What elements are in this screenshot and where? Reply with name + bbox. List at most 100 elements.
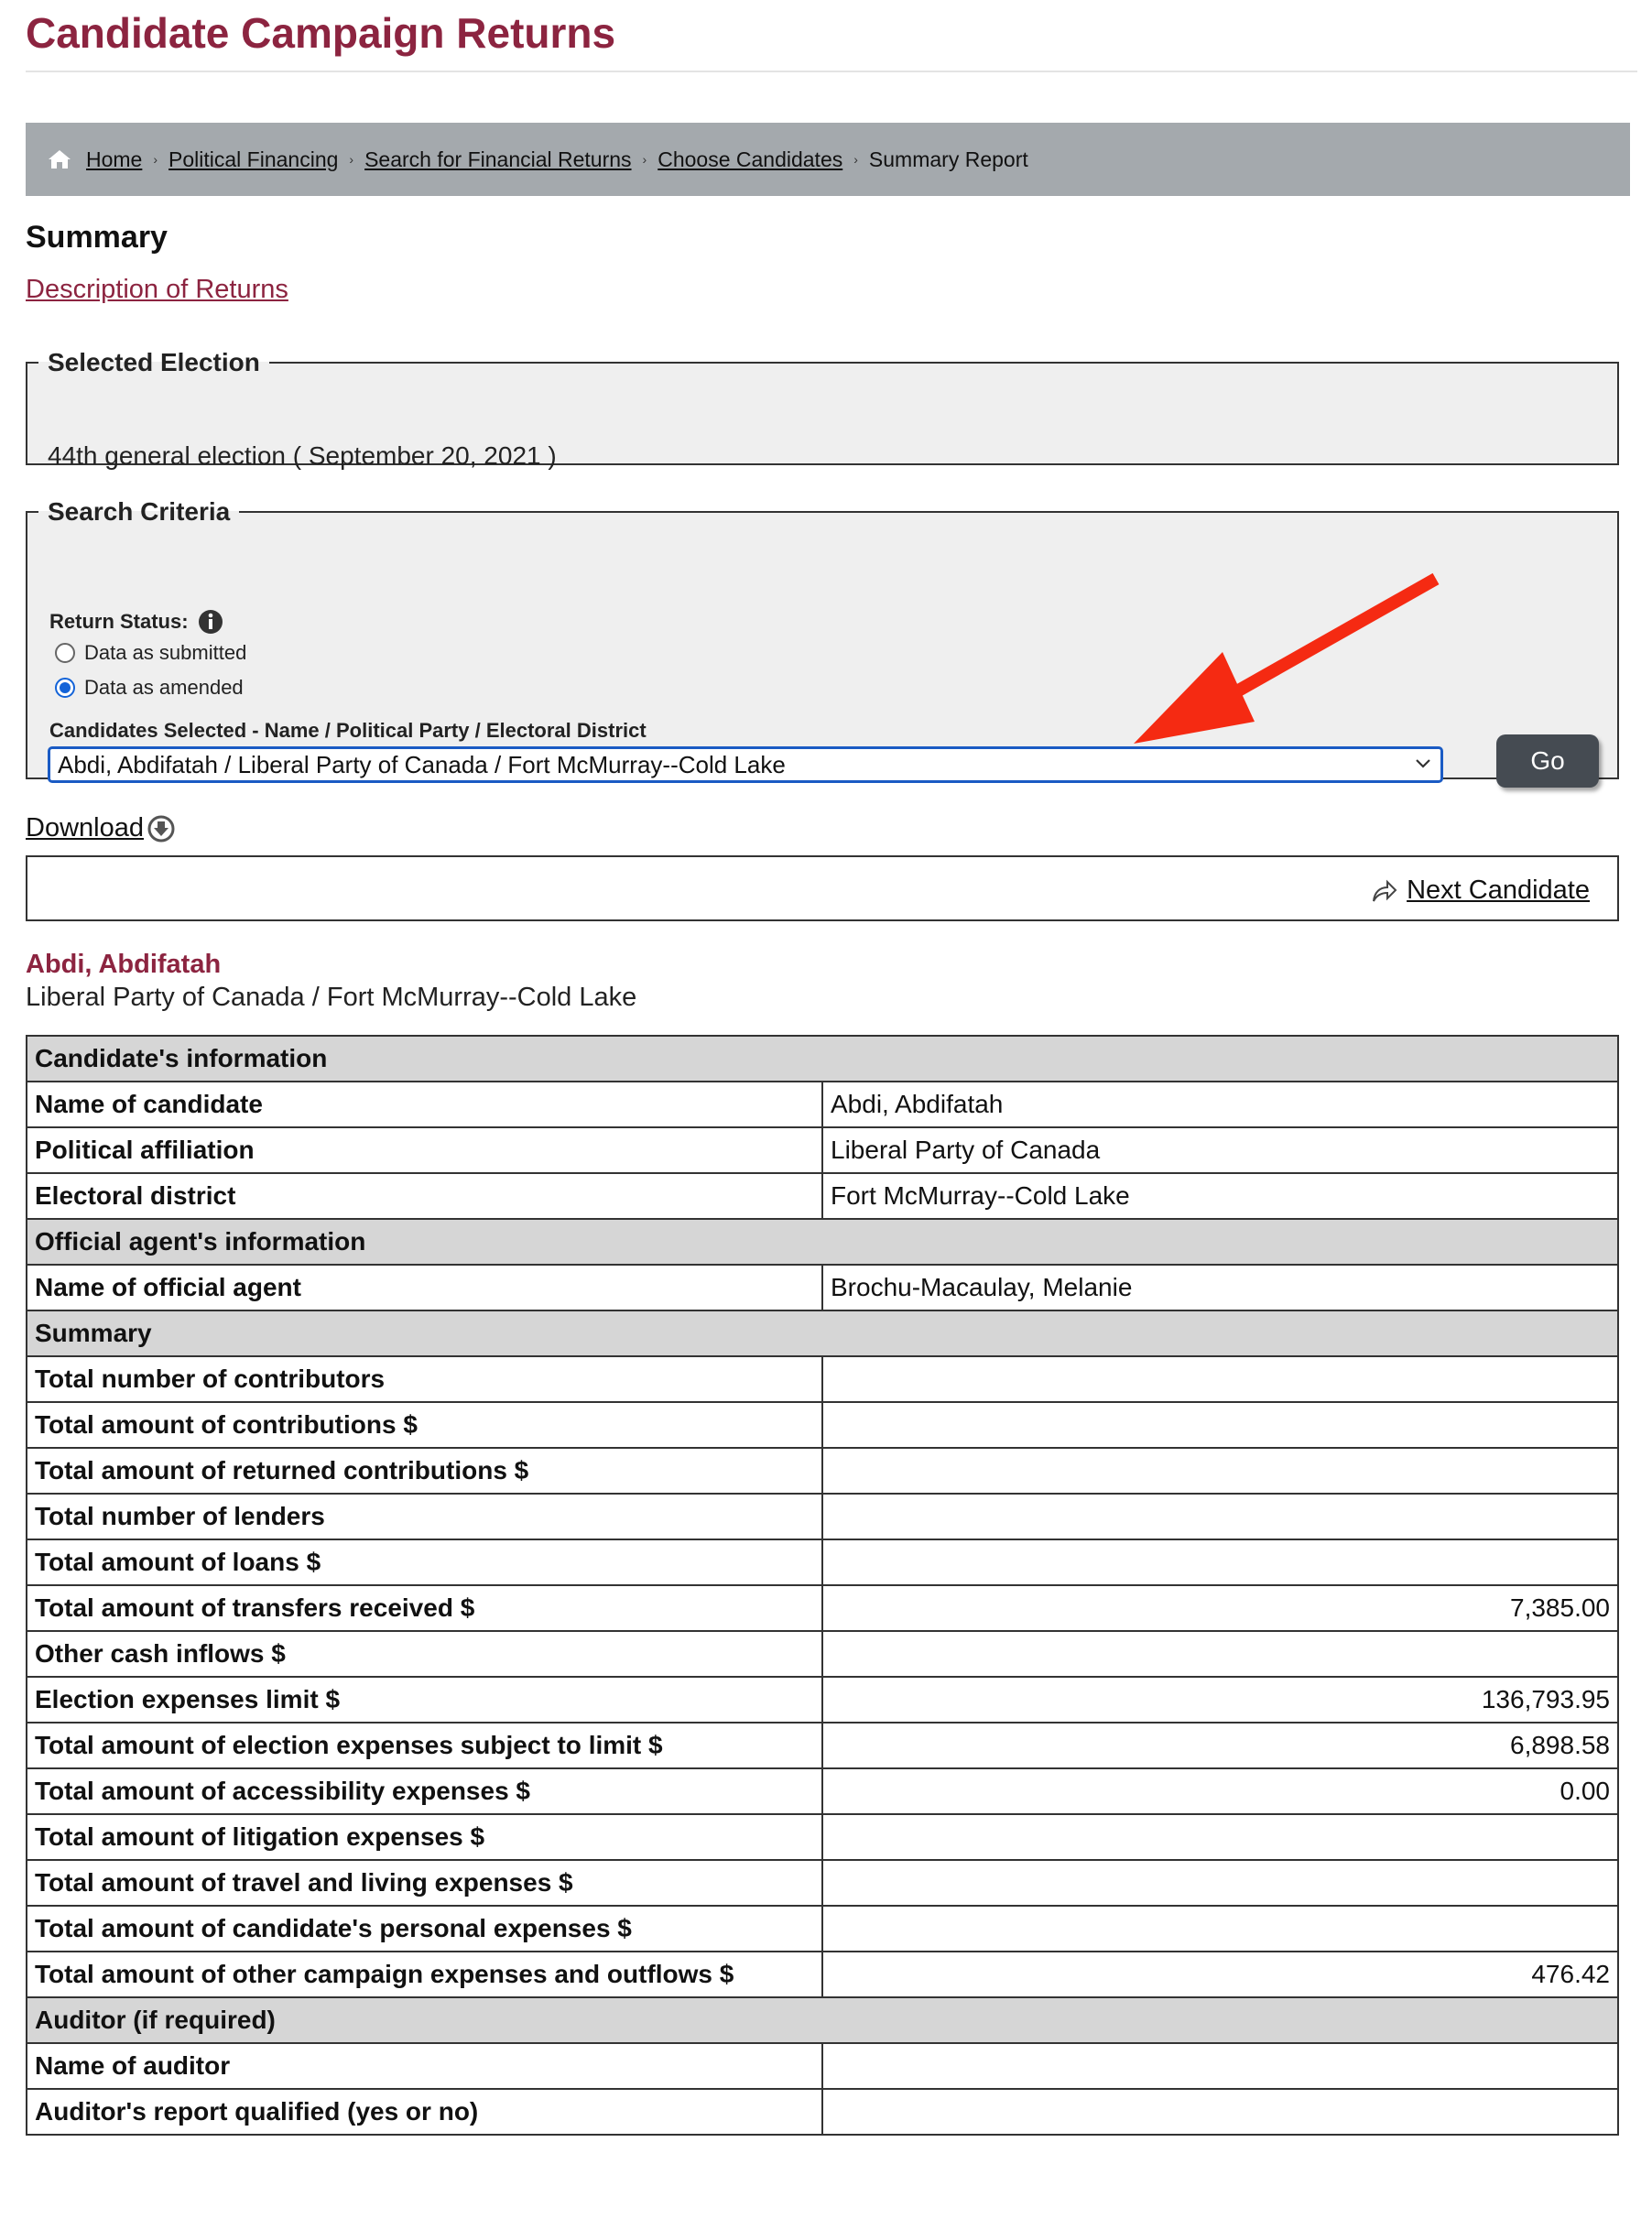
row-value: 0.00: [821, 1767, 1619, 1815]
row-value: 476.42: [821, 1951, 1619, 1998]
row-label: Electoral district: [26, 1172, 823, 1220]
row-label: Other cash inflows $: [26, 1630, 823, 1678]
download-icon[interactable]: [147, 815, 175, 843]
title-divider: [26, 71, 1637, 72]
row-label: Total amount of loans $: [26, 1539, 823, 1586]
row-value: Abdi, Abdifatah: [821, 1081, 1619, 1128]
row-label: Name of auditor: [26, 2042, 823, 2090]
breadcrumb-home-link[interactable]: Home: [86, 147, 142, 172]
breadcrumb-separator: ›: [642, 152, 647, 167]
table-row: Total amount of accessibility expenses $…: [26, 1767, 1619, 1815]
row-value: [821, 1539, 1619, 1586]
breadcrumb-choose-candidates-link[interactable]: Choose Candidates: [658, 147, 842, 172]
candidates-selected-label: Candidates Selected - Name / Political P…: [49, 719, 647, 742]
row-value: Liberal Party of Canada: [821, 1126, 1619, 1174]
breadcrumb-separator: ›: [853, 152, 858, 167]
breadcrumb-separator: ›: [349, 152, 354, 167]
candidate-navigation-box: Next Candidate: [26, 855, 1619, 921]
row-label: Total amount of election expenses subjec…: [26, 1722, 823, 1769]
breadcrumb-search-returns-link[interactable]: Search for Financial Returns: [364, 147, 631, 172]
row-label: Total number of contributors: [26, 1355, 823, 1403]
selected-election-fieldset: Selected Election 44th general election …: [26, 348, 1619, 470]
breadcrumb-separator: ›: [153, 152, 158, 167]
download-link[interactable]: Download: [26, 813, 144, 843]
section-row: Candidate's information: [26, 1035, 1619, 1082]
row-label: Name of candidate: [26, 1081, 823, 1128]
section-summary: Summary: [26, 1310, 1619, 1357]
section-row: Official agent's information: [26, 1218, 1619, 1266]
table-row: Electoral district Fort McMurray--Cold L…: [26, 1172, 1619, 1220]
description-of-returns-link[interactable]: Description of Returns: [26, 275, 288, 305]
row-label: Total amount of transfers received $: [26, 1584, 823, 1632]
row-label: Name of official agent: [26, 1264, 823, 1311]
row-value: 7,385.00: [821, 1584, 1619, 1632]
selected-election-text: 44th general election ( September 20, 20…: [48, 441, 557, 470]
table-row: Total amount of loans $: [26, 1539, 1619, 1586]
row-label: Election expenses limit $: [26, 1676, 823, 1723]
home-icon[interactable]: [48, 148, 71, 170]
row-label: Total amount of other campaign expenses …: [26, 1951, 823, 1998]
row-value: 6,898.58: [821, 1722, 1619, 1769]
section-candidate-info: Candidate's information: [26, 1035, 1619, 1082]
table-row: Name of official agent Brochu-Macaulay, …: [26, 1264, 1619, 1311]
table-row: Total amount of candidate's personal exp…: [26, 1905, 1619, 1952]
row-label: Total amount of candidate's personal exp…: [26, 1905, 823, 1952]
share-arrow-icon[interactable]: [1370, 877, 1397, 905]
row-value: [821, 1447, 1619, 1495]
breadcrumb-current: Summary Report: [868, 147, 1028, 171]
table-row: Total amount of transfers received $7,38…: [26, 1584, 1619, 1632]
section-official-agent: Official agent's information: [26, 1218, 1619, 1266]
radio-amended-control[interactable]: [55, 678, 75, 698]
breadcrumb: Home › Political Financing › Search for …: [26, 123, 1630, 196]
candidate-name-heading: Abdi, Abdifatah: [26, 950, 222, 979]
row-label: Total amount of contributions $: [26, 1401, 823, 1449]
row-value: [821, 1355, 1619, 1403]
next-candidate-row: Next Candidate: [1370, 875, 1590, 906]
row-label: Political affiliation: [26, 1126, 823, 1174]
row-label: Auditor's report qualified (yes or no): [26, 2088, 823, 2136]
summary-rows: Total number of contributors Total amount…: [26, 1355, 1619, 1998]
row-value: 136,793.95: [821, 1676, 1619, 1723]
summary-heading: Summary: [26, 220, 168, 255]
candidate-info-body: Candidate's information Name of candidat…: [26, 1035, 1619, 1357]
table-row: Election expenses limit $136,793.95: [26, 1676, 1619, 1723]
row-label: Total amount of returned contributions $: [26, 1447, 823, 1495]
search-criteria-legend: Search Criteria: [48, 497, 231, 526]
table-row: Total amount of travel and living expens…: [26, 1859, 1619, 1907]
next-candidate-link[interactable]: Next Candidate: [1407, 875, 1590, 906]
table-row: Name of candidate Abdi, Abdifatah: [26, 1081, 1619, 1128]
download-row: Download: [26, 813, 175, 843]
info-icon[interactable]: [198, 609, 223, 635]
red-arrow-annotation: [1134, 572, 1440, 744]
row-value: [821, 2042, 1619, 2090]
table-row: Total amount of contributions $: [26, 1401, 1619, 1449]
go-button[interactable]: Go: [1496, 734, 1599, 788]
row-value: Fort McMurray--Cold Lake: [821, 1172, 1619, 1220]
radio-submitted-label: Data as submitted: [84, 641, 247, 664]
table-row: Total amount of other campaign expenses …: [26, 1951, 1619, 1998]
radio-data-as-submitted[interactable]: Data as submitted: [55, 641, 246, 665]
row-value: [821, 1859, 1619, 1907]
section-auditor: Auditor (if required): [26, 1996, 1619, 2044]
selected-election-legend: Selected Election: [48, 348, 260, 376]
page-title: Candidate Campaign Returns: [26, 9, 616, 57]
row-value: [821, 2088, 1619, 2136]
radio-submitted-control[interactable]: [55, 643, 75, 663]
row-value: [821, 1905, 1619, 1952]
return-status-row: Return Status:: [49, 609, 223, 635]
breadcrumb-political-financing-link[interactable]: Political Financing: [168, 147, 338, 172]
candidate-select[interactable]: Abdi, Abdifatah / Liberal Party of Canad…: [48, 746, 1443, 783]
row-value: [821, 1401, 1619, 1449]
candidate-info-table: Candidate's information Name of candidat…: [26, 1035, 1619, 2136]
table-row: Total number of contributors: [26, 1355, 1619, 1403]
chevron-down-icon: [1415, 757, 1431, 770]
table-row: Total amount of election expenses subjec…: [26, 1722, 1619, 1769]
table-row: Other cash inflows $: [26, 1630, 1619, 1678]
row-label: Total amount of travel and living expens…: [26, 1859, 823, 1907]
table-row: Political affiliation Liberal Party of C…: [26, 1126, 1619, 1174]
candidate-select-value: Abdi, Abdifatah / Liberal Party of Canad…: [58, 750, 786, 778]
row-label: Total amount of litigation expenses $: [26, 1813, 823, 1861]
radio-data-as-amended[interactable]: Data as amended: [55, 676, 244, 700]
radio-amended-label: Data as amended: [84, 676, 244, 699]
table-row: Auditor's report qualified (yes or no): [26, 2088, 1619, 2136]
